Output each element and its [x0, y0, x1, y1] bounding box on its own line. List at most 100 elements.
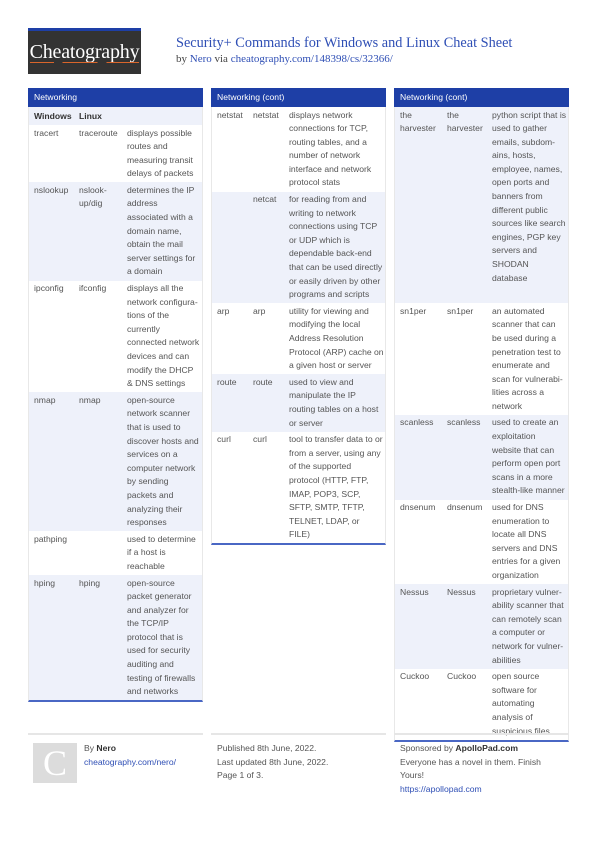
command-description: used for DNS enumeration to locate all D… — [492, 502, 561, 580]
via-label: via — [211, 53, 231, 65]
sponsor-name: ApolloPad.com — [455, 743, 518, 753]
command-description: displays possible routes and measuring t… — [127, 127, 194, 179]
table-row: netstat netstat displays network connectio… — [212, 107, 385, 192]
table-row: pathping used to determine if a host is r… — [29, 531, 202, 575]
author-link[interactable]: Nero — [190, 53, 212, 65]
command-description: utility for viewing and modifying the lo… — [289, 305, 384, 371]
windows-command: arp — [217, 305, 230, 316]
windows-command: route — [217, 376, 237, 387]
windows-command: the harvester — [400, 109, 436, 134]
table-row: curl curl tool to transfer data to or from… — [212, 432, 385, 544]
linux-command: the harvester — [447, 109, 483, 134]
sheet-url-link[interactable]: cheatography.com/148398/cs/32366/ — [231, 53, 393, 65]
section-title: Networking — [28, 88, 203, 107]
command-description: open source software for automating anal… — [492, 671, 550, 736]
section-title: Networking (cont) — [211, 88, 386, 107]
linux-command: netstat — [253, 109, 279, 120]
table-row: netcat for reading from and writing to ne… — [212, 191, 385, 304]
command-description: displays all the network configura- tion… — [127, 283, 200, 389]
linux-command: Cuckoo — [447, 671, 477, 682]
section-table: the harvester the harvester python script … — [394, 107, 569, 742]
logo-underline — [29, 62, 140, 63]
linux-command: dnsenum — [447, 502, 483, 513]
table-row: tracert traceroute displays possible route… — [29, 125, 202, 182]
command-description: used to determine if a host is reachable — [127, 533, 196, 571]
windows-command: ipconfig — [34, 283, 64, 294]
footer-sponsor: Sponsored by ApolloPad.com Everyone has … — [394, 733, 569, 794]
column-header-description — [122, 107, 202, 125]
table-header-row: Windows Linux — [29, 107, 202, 125]
sponsor-label: Sponsored by — [400, 743, 456, 753]
table-row: arp arp utility for viewing and modifying … — [212, 303, 385, 374]
linux-command: netcat — [253, 194, 277, 205]
command-description: determines the IP address associated wit… — [127, 184, 196, 277]
updated-date: Last updated 8th June, 2022. — [217, 756, 329, 767]
page-title: Security+ Commands for Windows and Linux… — [176, 35, 513, 51]
table-row: scanless scanless used to create an exploi… — [395, 414, 568, 500]
table-row: ipconfig ifconfig displays all the network… — [29, 281, 202, 393]
section-networking-cont-2: Networking (cont) the harvester the harve… — [394, 88, 569, 742]
by-label: by — [176, 53, 190, 65]
column-header-windows: Windows — [34, 111, 72, 121]
linux-command: curl — [253, 434, 267, 445]
section-table: netstat netstat displays network connectio… — [211, 107, 386, 546]
cheatography-logo[interactable]: Cheatography — [28, 28, 141, 74]
linux-command: route — [253, 376, 273, 387]
command-description: proprietary vulner- ability scanner that… — [492, 586, 564, 665]
linux-command: Nessus — [447, 586, 476, 597]
table-row: Cuckoo Cuckoo open source software for aut… — [395, 669, 568, 740]
by-label: By — [84, 743, 97, 753]
table-row: hping hping open-source packet generator a… — [29, 575, 202, 701]
table-row: nmap nmap open-source network scanner that… — [29, 392, 202, 532]
windows-command: pathping — [34, 533, 67, 544]
author-profile-link[interactable]: cheatography.com/nero/ — [84, 756, 176, 770]
linux-command: scanless — [447, 417, 481, 428]
footer-dates: Published 8th June, 2022. Last updated 8… — [211, 733, 386, 780]
windows-command: Cuckoo — [400, 671, 430, 682]
table-row: dnsenum dnsenum used for DNS enumeration t… — [395, 500, 568, 585]
windows-command: curl — [217, 434, 231, 445]
command-description: an automated scanner that can be used du… — [492, 305, 563, 411]
column-header-linux: Linux — [79, 111, 102, 121]
published-date: Published 8th June, 2022. — [217, 743, 317, 753]
section-networking-cont-1: Networking (cont) netstat netstat displays… — [211, 88, 386, 546]
windows-command: scanless — [400, 417, 434, 428]
linux-command: ifconfig — [79, 283, 107, 294]
command-description: python script that is used to gather ema… — [492, 109, 567, 283]
linux-command: traceroute — [79, 127, 118, 138]
command-description: used to view and manipulate the IP routi… — [289, 376, 379, 428]
table-row: the harvester the harvester python script … — [395, 107, 568, 304]
windows-command: nslookup — [34, 184, 69, 195]
command-description: displays network connections for TCP, ro… — [289, 109, 372, 188]
linux-command — [74, 533, 122, 574]
command-description: tool to transfer data to or from a serve… — [289, 434, 383, 540]
section-networking: Networking Windows Linux tracert tracerou… — [28, 88, 203, 703]
sponsor-text: Everyone has a novel in them. Finish — [400, 756, 541, 767]
table-row: nslookup nslook- up/dig determines the IP … — [29, 182, 202, 281]
sponsor-text-2: Yours! — [400, 770, 425, 781]
command-description: used to create an exploitation website t… — [492, 417, 565, 496]
linux-command: hping — [79, 577, 101, 588]
command-description: for reading from and writing to network … — [289, 194, 383, 300]
command-description: open-source packet generator and analyze… — [127, 577, 196, 697]
windows-command: Nessus — [400, 586, 429, 597]
windows-command — [212, 193, 248, 302]
footer-author-name[interactable]: Nero — [96, 743, 116, 753]
windows-command: tracert — [34, 127, 59, 138]
table-row: Nessus Nessus proprietary vulner- ability … — [395, 584, 568, 669]
footer-author: C By Nero cheatography.com/nero/ — [28, 733, 203, 783]
sponsor-link[interactable]: https://apollopad.com — [400, 783, 541, 797]
windows-command: hping — [34, 577, 56, 588]
table-row: route route used to view and manipulate th… — [212, 374, 385, 432]
section-table: Windows Linux tracert traceroute displays … — [28, 107, 203, 703]
linux-command: nslook- up/dig — [79, 184, 107, 209]
windows-command: dnsenum — [400, 502, 436, 513]
linux-command: sn1per — [447, 305, 474, 316]
linux-command: arp — [253, 305, 266, 316]
logo-text: Cheatography — [29, 41, 140, 63]
avatar: C — [33, 743, 77, 783]
windows-command: sn1per — [400, 305, 427, 316]
table-row: sn1per sn1per an automated scanner that ca… — [395, 303, 568, 415]
windows-command: nmap — [34, 394, 56, 405]
windows-command: netstat — [217, 109, 243, 120]
